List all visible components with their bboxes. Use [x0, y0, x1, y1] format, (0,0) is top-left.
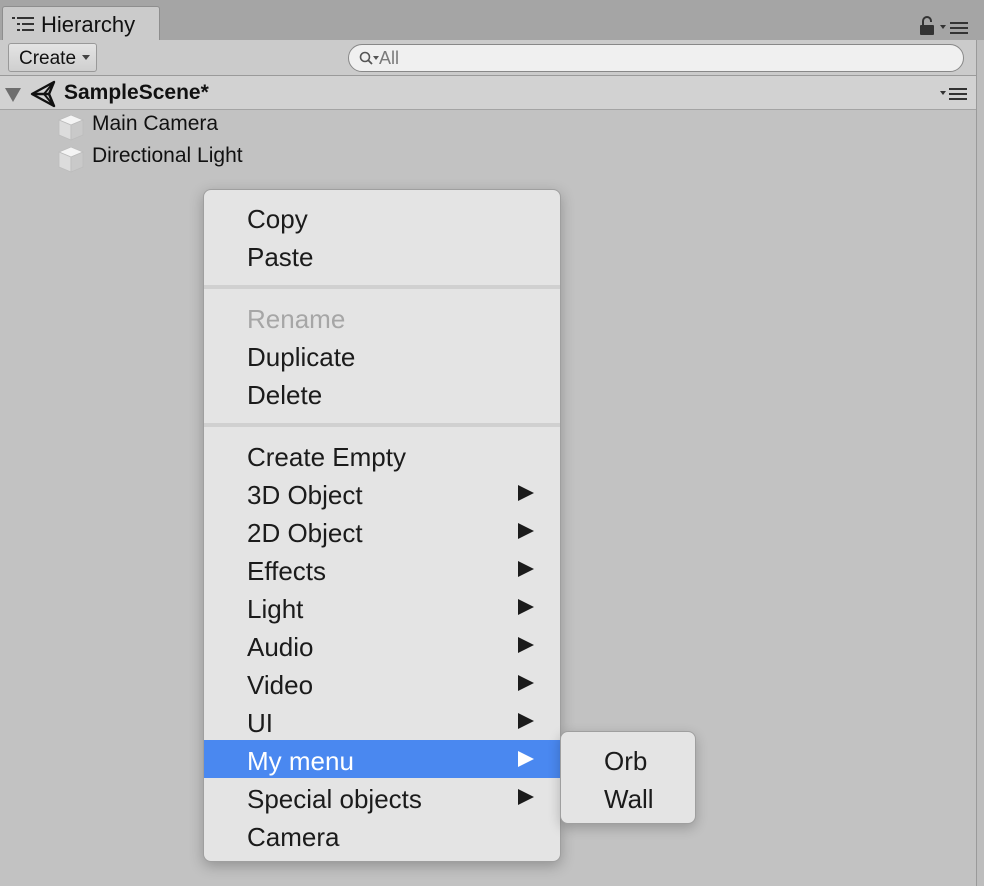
- submenu-arrow-icon: [518, 637, 534, 653]
- menu-item-duplicate[interactable]: Duplicate: [204, 336, 560, 374]
- menu-item-label: Rename: [247, 304, 346, 334]
- menu-item-label: Audio: [247, 632, 314, 662]
- hierarchy-item-label: Directional Light: [92, 144, 243, 167]
- search-field[interactable]: [348, 44, 964, 72]
- menu-item-label: Delete: [247, 380, 323, 410]
- search-input[interactable]: [379, 47, 939, 69]
- context-menu: Copy Paste Rename Duplicate Delete Creat…: [203, 189, 561, 862]
- menu-separator: [204, 285, 560, 289]
- tab-title: Hierarchy: [41, 12, 136, 37]
- tab-hierarchy[interactable]: Hierarchy: [2, 6, 160, 41]
- hierarchy-list-icon: [12, 17, 34, 31]
- submenu-item-label: Wall: [604, 784, 654, 814]
- submenu-item-orb[interactable]: Orb: [561, 740, 695, 778]
- lock-icon[interactable]: [920, 16, 934, 36]
- panel-options-icon[interactable]: [940, 22, 970, 34]
- menu-separator: [204, 423, 560, 427]
- menu-item-audio[interactable]: Audio: [204, 626, 560, 664]
- scene-header[interactable]: SampleScene*: [0, 76, 978, 110]
- menu-item-create-empty[interactable]: Create Empty: [204, 436, 560, 474]
- hierarchy-item-label: Main Camera: [92, 112, 219, 135]
- menu-item-label: Copy: [247, 204, 308, 234]
- menu-item-label: Duplicate: [247, 342, 356, 372]
- menu-item-label: Camera: [247, 822, 340, 852]
- create-dropdown-button[interactable]: Create: [8, 43, 97, 72]
- gameobject-cube-icon: [57, 146, 85, 173]
- menu-item-label: UI: [247, 708, 273, 738]
- foldout-arrow-icon[interactable]: [5, 88, 21, 102]
- menu-item-label: Video: [247, 670, 314, 700]
- menu-item-label: Special objects: [247, 784, 422, 814]
- submenu-item-wall[interactable]: Wall: [561, 778, 695, 816]
- menu-item-2d-object[interactable]: 2D Object: [204, 512, 560, 550]
- gameobject-cube-icon: [57, 114, 85, 141]
- menu-item-special-objects[interactable]: Special objects: [204, 778, 560, 816]
- menu-item-label: Create Empty: [247, 442, 406, 472]
- menu-item-label: Effects: [247, 556, 327, 586]
- menu-item-label: 3D Object: [247, 480, 363, 510]
- menu-item-3d-object[interactable]: 3D Object: [204, 474, 560, 512]
- menu-item-ui[interactable]: UI: [204, 702, 560, 740]
- submenu-arrow-icon: [518, 713, 534, 729]
- submenu-arrow-icon: [518, 485, 534, 501]
- scene-name: SampleScene*: [64, 81, 209, 104]
- submenu-arrow-icon: [518, 599, 534, 615]
- scene-options-icon[interactable]: [940, 88, 968, 100]
- menu-item-label: Light: [247, 594, 304, 624]
- tab-strip: Hierarchy: [0, 0, 984, 41]
- submenu-arrow-icon: [518, 675, 534, 691]
- menu-item-effects[interactable]: Effects: [204, 550, 560, 588]
- menu-item-video[interactable]: Video: [204, 664, 560, 702]
- scrollbar-edge: [976, 40, 984, 886]
- menu-item-label: My menu: [247, 746, 354, 776]
- menu-item-rename: Rename: [204, 298, 560, 336]
- submenu-arrow-icon: [518, 789, 534, 805]
- hierarchy-toolbar: Create: [0, 40, 984, 76]
- my-menu-submenu: Orb Wall: [560, 731, 696, 824]
- unity-logo-icon: [30, 80, 56, 108]
- create-label: Create: [19, 48, 77, 69]
- submenu-arrow-icon: [518, 523, 534, 539]
- submenu-item-label: Orb: [604, 746, 648, 776]
- menu-item-my-menu[interactable]: My menu: [204, 740, 560, 778]
- menu-item-copy[interactable]: Copy: [204, 198, 560, 236]
- menu-item-label: 2D Object: [247, 518, 363, 548]
- submenu-arrow-icon: [518, 751, 534, 767]
- menu-item-label: Paste: [247, 242, 314, 272]
- menu-item-delete[interactable]: Delete: [204, 374, 560, 412]
- menu-item-paste[interactable]: Paste: [204, 236, 560, 274]
- menu-item-light[interactable]: Light: [204, 588, 560, 626]
- menu-item-camera[interactable]: Camera: [204, 816, 560, 854]
- submenu-arrow-icon: [518, 561, 534, 577]
- dropdown-arrow-icon: [82, 55, 90, 60]
